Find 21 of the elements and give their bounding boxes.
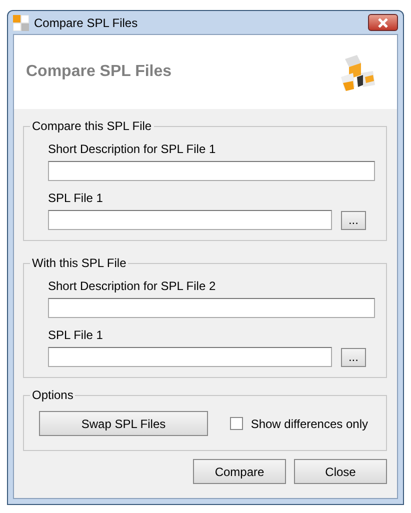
field-label: Short Description for SPL File 2 — [48, 278, 217, 295]
close-icon[interactable] — [368, 14, 398, 31]
text-field[interactable] — [48, 210, 332, 230]
text-field[interactable] — [48, 347, 332, 367]
field-label: SPL File 1 — [48, 327, 104, 344]
text-field[interactable] — [48, 161, 375, 181]
dialog-button[interactable]: Close — [294, 459, 387, 484]
dialog-button[interactable]: Compare — [193, 459, 286, 484]
window-title: Compare SPL Files — [34, 14, 138, 32]
app-icon — [13, 14, 29, 30]
field-label: Short Description for SPL File 1 — [48, 141, 217, 158]
swap-button[interactable]: Swap SPL Files — [39, 411, 208, 436]
checkbox[interactable] — [230, 417, 243, 430]
group-label: Compare this SPL File — [30, 118, 154, 134]
field-label: SPL File 1 — [48, 190, 104, 207]
text-field[interactable] — [48, 298, 375, 318]
browse-button[interactable]: ... — [340, 210, 366, 230]
checkbox-label: Show differences only — [250, 416, 368, 432]
dialog-title: Compare SPL Files — [26, 62, 172, 82]
group-label: Options — [30, 387, 76, 403]
browse-button[interactable]: ... — [340, 348, 366, 366]
